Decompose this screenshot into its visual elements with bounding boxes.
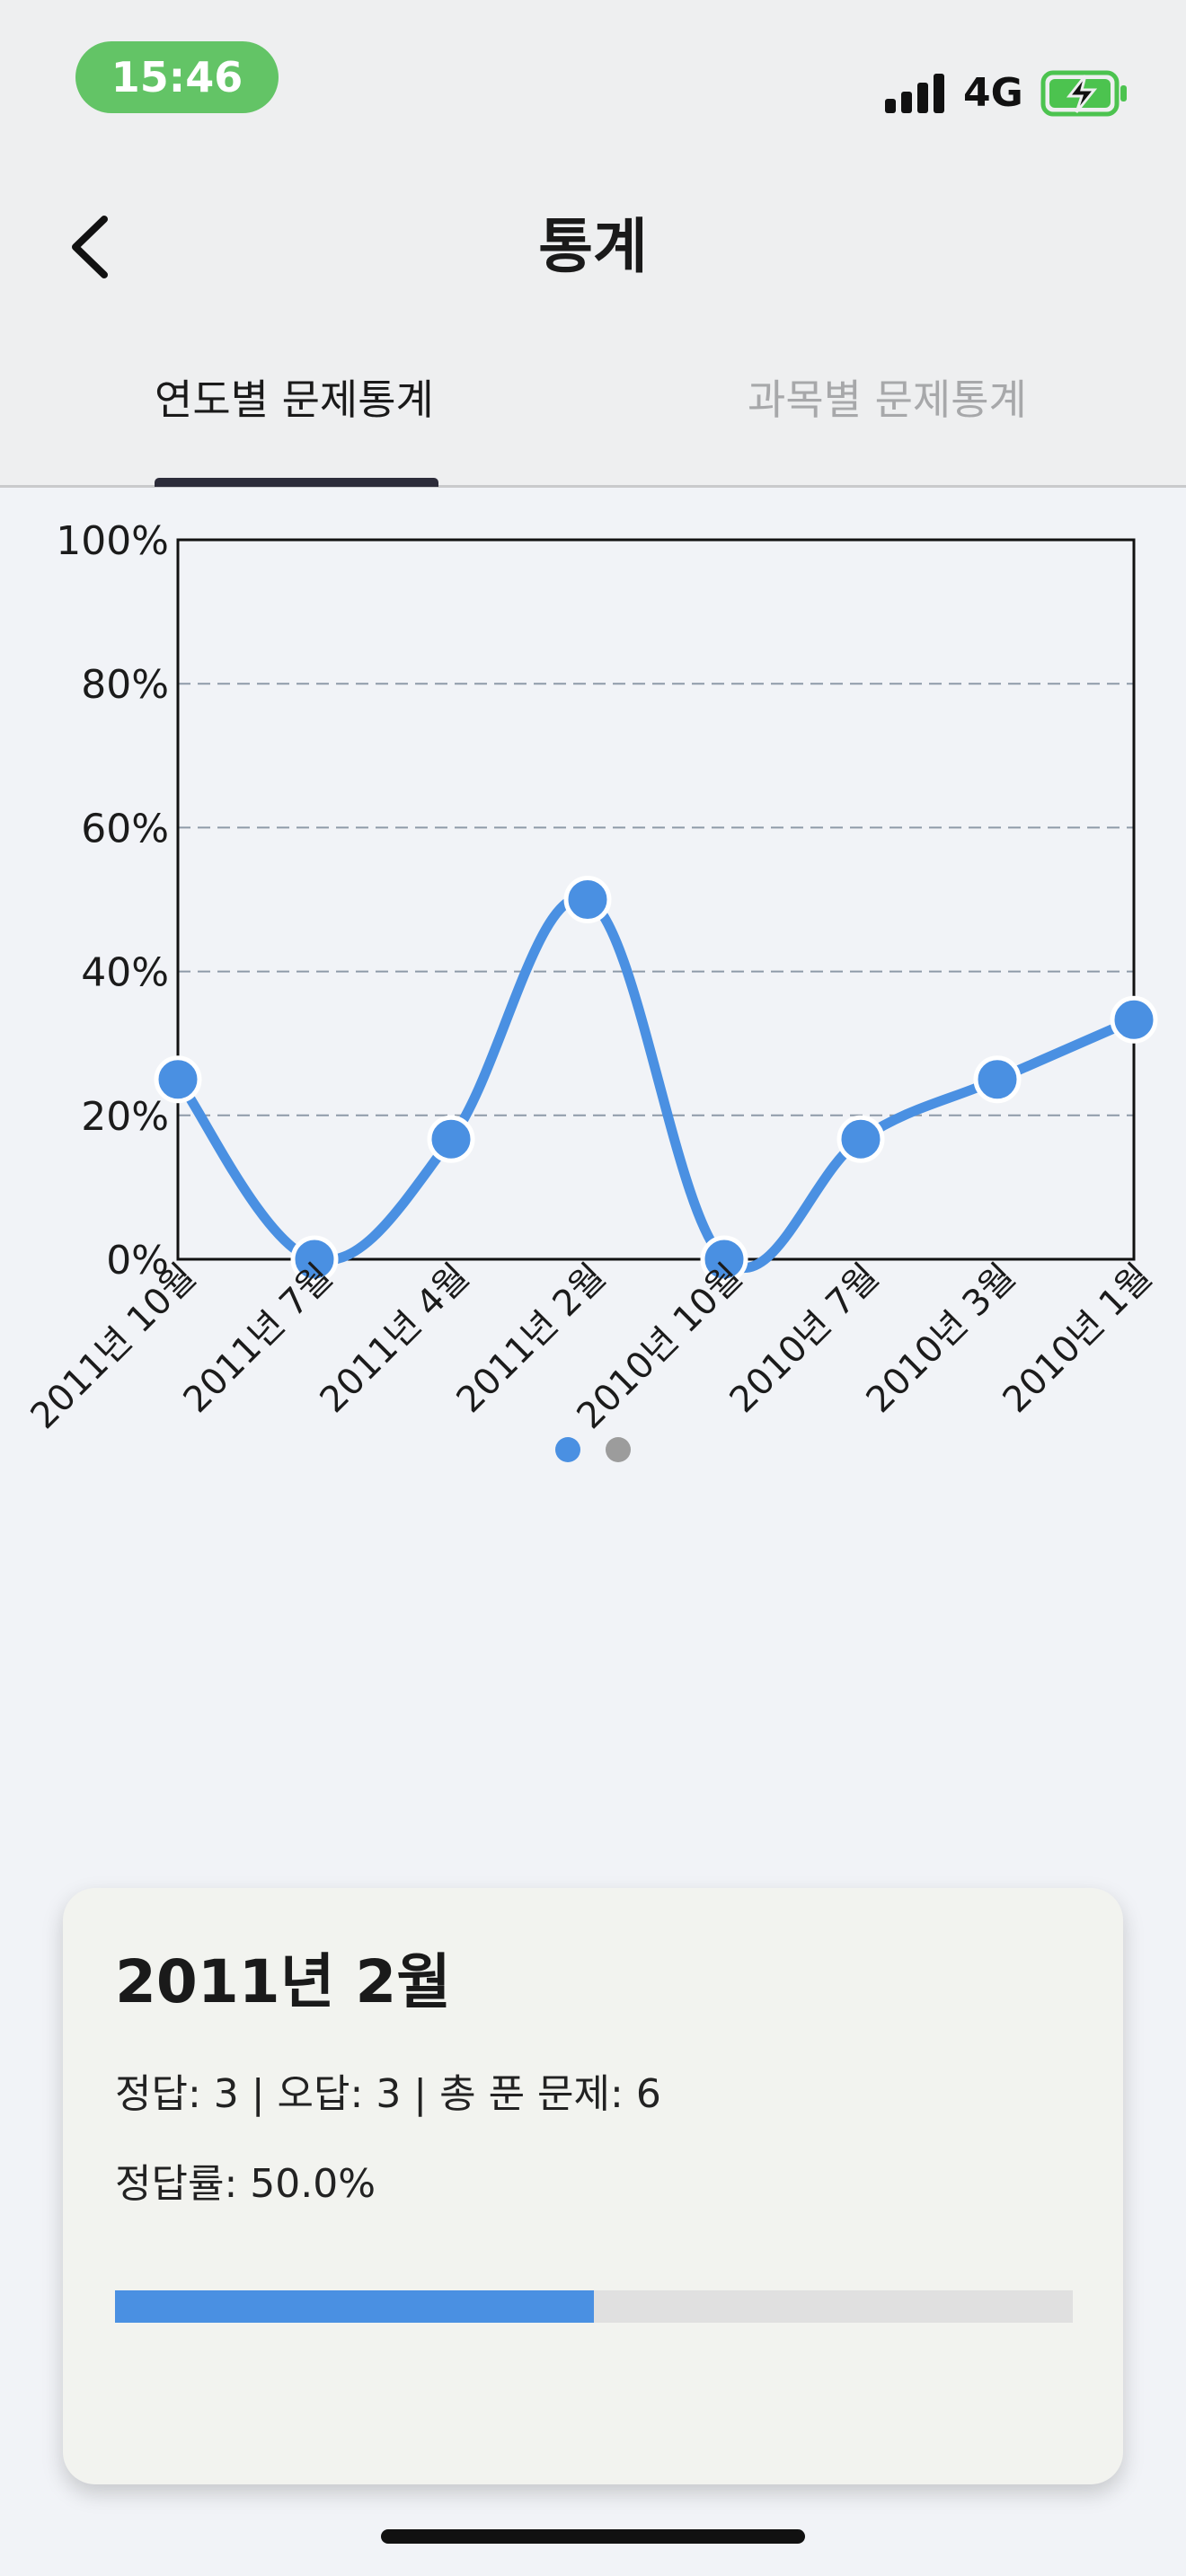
navigation-bar: 통계 — [0, 180, 1186, 314]
y-tick-label: 40% — [81, 950, 169, 996]
x-tick-label: 2010년 1월 — [996, 1257, 1161, 1422]
network-type-label: 4G — [963, 70, 1023, 116]
back-button[interactable] — [54, 207, 135, 287]
y-tick-label: 20% — [81, 1094, 169, 1140]
y-tick-label: 100% — [56, 518, 169, 564]
accuracy-progress-bar — [115, 2290, 1073, 2323]
battery-charging-icon — [1040, 70, 1127, 117]
data-point — [973, 1055, 1022, 1104]
status-time: 15:46 — [75, 41, 279, 113]
data-point — [836, 1115, 885, 1163]
data-point — [1110, 995, 1158, 1044]
plot-frame — [176, 538, 1136, 1261]
status-bar: 15:46 4G — [0, 0, 1186, 153]
data-point — [154, 1055, 202, 1104]
y-tick-label: 60% — [81, 806, 169, 851]
accuracy-progress-fill — [115, 2290, 594, 2323]
page-title: 통계 — [538, 212, 648, 281]
detail-counts: 정답: 3 | 오답: 3 | 총 푼 문제: 6 — [115, 2071, 661, 2117]
cellular-signal-icon — [885, 74, 944, 113]
page-dot-inactive[interactable] — [606, 1437, 631, 1462]
tab-subject-stats[interactable]: 과목별 문제통계 — [748, 364, 1027, 436]
chevron-left-icon — [72, 216, 108, 278]
page-dot-active[interactable] — [555, 1437, 580, 1462]
app-header: 15:46 4G 통계 연도별 문제통계 과목별 문제통계 — [0, 0, 1186, 488]
data-point — [427, 1115, 475, 1163]
tab-year-stats[interactable]: 연도별 문제통계 — [155, 364, 434, 436]
home-indicator[interactable] — [381, 2529, 805, 2544]
data-point — [563, 876, 612, 923]
tab-selected-indicator — [155, 478, 438, 487]
accuracy-line-chart: 0%20%40%60%80%100%2011년 10월2011년 7월2011년… — [23, 518, 1161, 1437]
detail-card: 2011년 2월 정답: 3 | 오답: 3 | 총 푼 문제: 6 정답률: … — [63, 1888, 1123, 2484]
detail-accuracy-rate: 정답률: 50.0% — [115, 2161, 376, 2207]
detail-title: 2011년 2월 — [115, 1947, 452, 2016]
y-tick-label: 80% — [81, 662, 169, 708]
page-indicator — [0, 1437, 1186, 1466]
